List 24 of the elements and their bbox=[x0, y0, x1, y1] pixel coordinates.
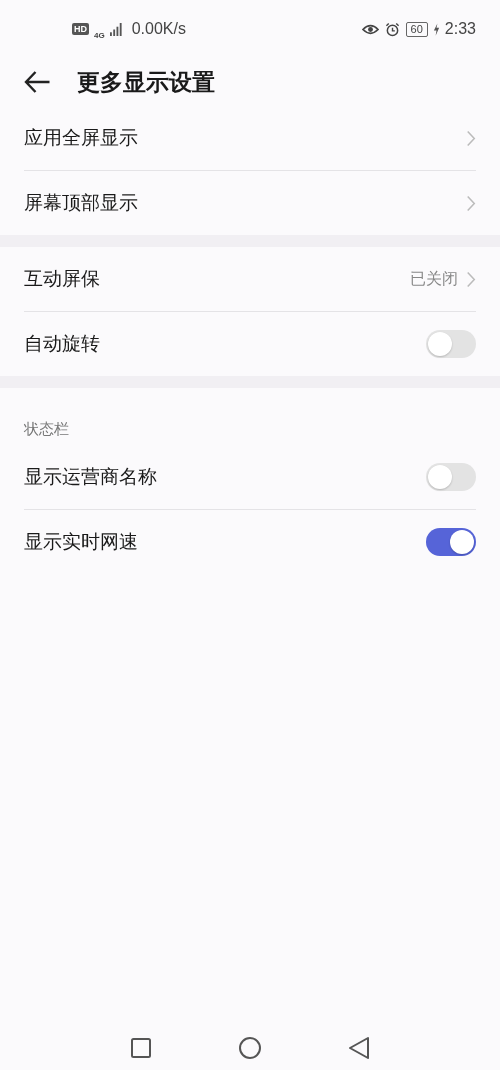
setting-label: 显示实时网速 bbox=[24, 529, 139, 554]
setting-label: 互动屏保 bbox=[24, 266, 101, 291]
toggle-switch[interactable] bbox=[426, 463, 476, 491]
setting-label: 应用全屏显示 bbox=[24, 125, 139, 150]
setting-label: 显示运营商名称 bbox=[24, 464, 158, 489]
toggle-switch[interactable] bbox=[426, 330, 476, 358]
page-title: 更多显示设置 bbox=[77, 67, 215, 97]
charging-icon bbox=[432, 22, 440, 36]
setting-label: 屏幕顶部显示 bbox=[24, 190, 139, 215]
signal-icon bbox=[109, 22, 123, 36]
setting-value: 已关闭 bbox=[410, 268, 458, 290]
network-type: 4G bbox=[94, 30, 105, 40]
section-title: 状态栏 bbox=[23, 419, 70, 440]
clock-time: 2:33 bbox=[444, 20, 476, 38]
toggle-switch[interactable] bbox=[426, 528, 476, 556]
setting-label: 自动旋转 bbox=[24, 331, 101, 356]
back-icon[interactable] bbox=[24, 71, 51, 93]
battery-level: 60 bbox=[405, 21, 428, 37]
back-nav-icon[interactable] bbox=[347, 1036, 371, 1060]
alarm-icon bbox=[383, 21, 401, 37]
recents-icon[interactable] bbox=[129, 1036, 153, 1060]
home-icon[interactable] bbox=[238, 1036, 262, 1060]
network-speed: 0.00K/s bbox=[131, 20, 186, 38]
hd-badge: HD bbox=[72, 23, 89, 35]
